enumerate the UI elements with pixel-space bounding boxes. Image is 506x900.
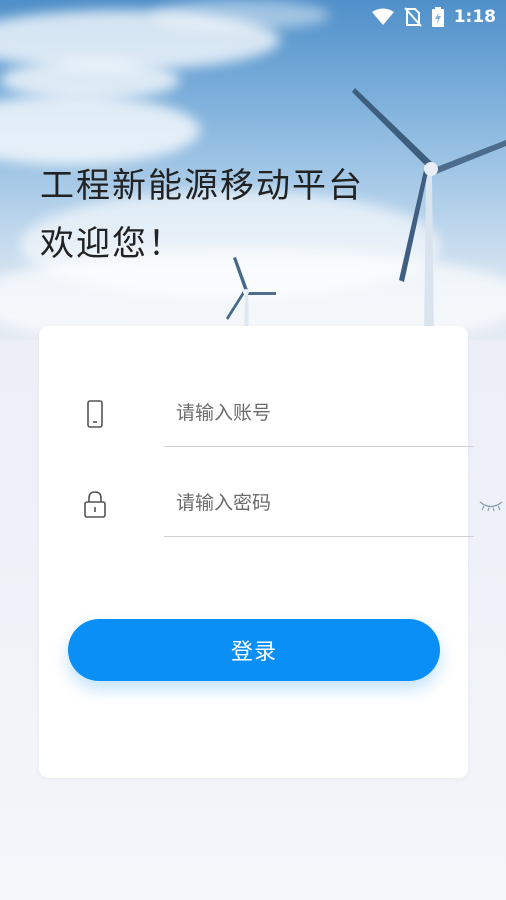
eye-closed-icon[interactable] [478,498,504,512]
password-input[interactable] [164,478,474,528]
status-bar: 1:18 [371,5,496,29]
no-sim-icon [403,7,422,27]
login-card [39,326,503,778]
phone-icon [82,400,108,430]
account-field [82,388,474,447]
status-time: 1:18 [453,7,496,27]
app-title: 工程新能源移动平台 [40,166,364,206]
welcome-text: 欢迎您！ [40,224,184,264]
password-field [82,478,503,537]
battery-charging-icon [431,7,444,27]
password-underline [164,536,474,537]
account-underline [164,446,474,447]
wifi-icon [371,8,394,26]
account-input[interactable] [164,388,474,438]
lock-icon [82,490,108,520]
login-button[interactable]: 登录 [68,619,440,681]
